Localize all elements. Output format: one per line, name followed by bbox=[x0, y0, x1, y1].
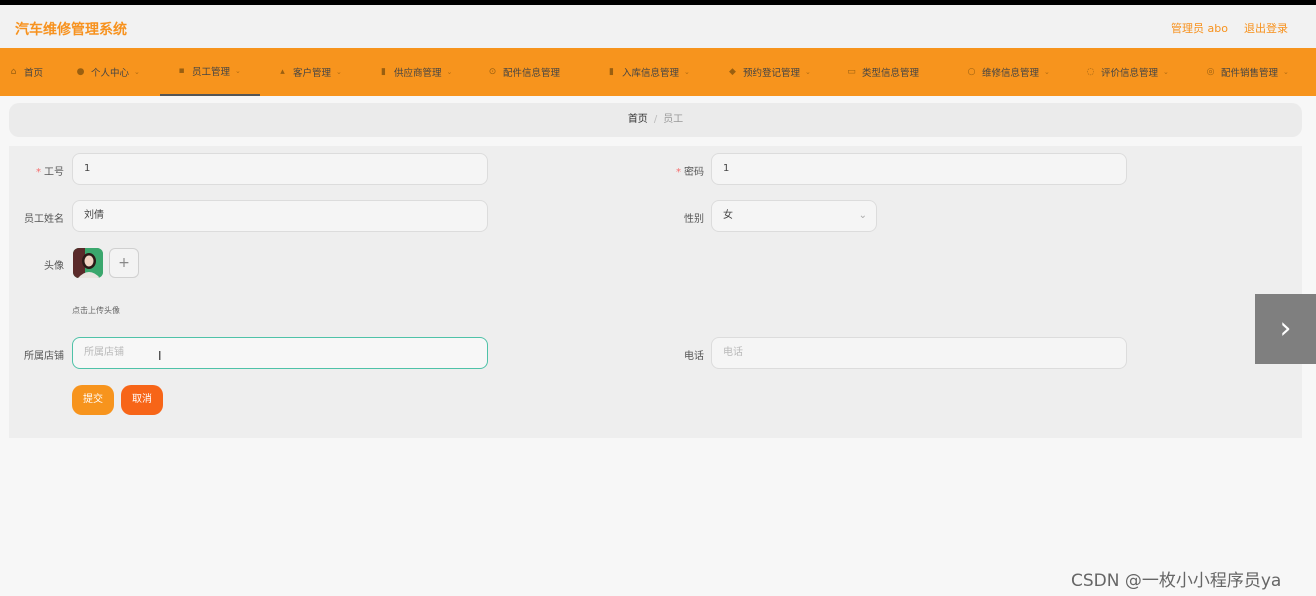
mima-label: * 密码 bbox=[676, 167, 704, 178]
chevron-down-icon: ⌄ bbox=[235, 67, 241, 75]
submit-button[interactable]: 提交 bbox=[72, 385, 114, 415]
store-placeholder: 所属店铺 bbox=[84, 347, 124, 358]
employee-form bbox=[9, 146, 1302, 438]
app-title: 汽车维修管理系统 bbox=[15, 22, 127, 38]
nav-item-label: 配件销售管理 bbox=[1221, 68, 1279, 79]
store-input[interactable]: 所属店铺 bbox=[72, 337, 488, 369]
nav-item-employee[interactable]: ▪ 员工管理 ⌄ bbox=[160, 48, 260, 96]
phone-label: 电话 bbox=[684, 351, 704, 362]
current-user-label[interactable]: 管理员 abo bbox=[1171, 20, 1228, 36]
gender-selected-value: 女 bbox=[723, 210, 733, 221]
nav-item-profile[interactable]: ● 个人中心 ⌄ bbox=[76, 48, 140, 96]
phone-input[interactable]: 电话 bbox=[711, 337, 1127, 369]
nav-item-customer[interactable]: ▴ 客户管理 ⌄ bbox=[278, 48, 342, 96]
required-mark: * bbox=[36, 167, 41, 178]
employee-icon: ▪ bbox=[178, 65, 185, 76]
chevron-down-icon: ⌄ bbox=[1283, 68, 1289, 76]
customer-icon: ▴ bbox=[280, 66, 285, 77]
nav-item-type[interactable]: ▭ 类型信息管理 bbox=[847, 48, 919, 96]
required-mark: * bbox=[676, 167, 681, 178]
chevron-down-icon: ⌄ bbox=[684, 68, 690, 76]
nav-item-label: 类型信息管理 bbox=[862, 68, 920, 79]
logout-link[interactable]: 退出登录 bbox=[1244, 20, 1288, 36]
sales-icon: ◎ bbox=[1206, 66, 1215, 77]
chevron-down-icon: ⌄ bbox=[1044, 68, 1050, 76]
user-area: 管理员 abo 退出登录 bbox=[1171, 20, 1288, 36]
plus-icon: + bbox=[118, 255, 130, 271]
avatar-label: 头像 bbox=[44, 261, 64, 272]
chevron-down-icon: ⌄ bbox=[858, 210, 867, 221]
nav-item-label: 入库信息管理 bbox=[622, 68, 680, 79]
breadcrumb: 首页 / 员工 bbox=[9, 103, 1302, 137]
add-avatar-button[interactable]: + bbox=[109, 248, 139, 278]
review-icon: ◌ bbox=[1086, 66, 1095, 77]
nav-item-label: 评价信息管理 bbox=[1101, 68, 1159, 79]
breadcrumb-home[interactable]: 首页 bbox=[628, 114, 648, 125]
phone-placeholder: 电话 bbox=[723, 347, 743, 358]
avatar-upload-hint: 点击上传头像 bbox=[72, 306, 120, 315]
supplier-icon: ▮ bbox=[381, 66, 386, 77]
nav-item-label: 供应商管理 bbox=[394, 68, 442, 79]
employee-name-label: 员工姓名 bbox=[24, 214, 64, 225]
home-icon: ⌂ bbox=[10, 66, 17, 77]
nav-item-repair[interactable]: ○ 维修信息管理 ⌄ bbox=[967, 48, 1050, 96]
avatar[interactable] bbox=[73, 248, 103, 278]
breadcrumb-current: 员工 bbox=[663, 114, 684, 125]
type-icon: ▭ bbox=[847, 66, 856, 77]
nav-item-label: 员工管理 bbox=[192, 67, 231, 78]
chevron-down-icon: ⌄ bbox=[805, 68, 811, 76]
stock-in-icon: ▮ bbox=[609, 66, 614, 77]
nav-item-reservation[interactable]: ◆ 预约登记管理 ⌄ bbox=[728, 48, 811, 96]
chevron-down-icon: ⌄ bbox=[134, 68, 140, 76]
app-header: 汽车维修管理系统 管理员 abo 退出登录 bbox=[0, 5, 1316, 48]
chevron-down-icon: ⌄ bbox=[336, 68, 342, 76]
employee-name-input[interactable]: 刘倩 bbox=[72, 200, 488, 232]
cancel-button[interactable]: 取消 bbox=[121, 385, 163, 415]
nav-item-stock-in[interactable]: ▮ 入库信息管理 ⌄ bbox=[607, 48, 690, 96]
breadcrumb-separator: / bbox=[653, 114, 658, 125]
nav-item-home[interactable]: ⌂ 首页 bbox=[9, 48, 43, 96]
password-input[interactable]: 1 bbox=[711, 153, 1127, 185]
watermark-text: CSDN @一枚小小程序员ya bbox=[1071, 571, 1282, 591]
nav-item-label: 配件信息管理 bbox=[503, 68, 561, 79]
gonghao-label: * 工号 bbox=[36, 167, 64, 178]
store-label: 所属店铺 bbox=[24, 351, 64, 362]
nav-item-label: 个人中心 bbox=[91, 68, 130, 79]
nav-item-parts[interactable]: ⊙ 配件信息管理 bbox=[488, 48, 560, 96]
gender-label: 性别 bbox=[684, 214, 704, 225]
gender-select[interactable]: 女 ⌄ bbox=[711, 200, 877, 232]
main-nav: ⌂ 首页 ● 个人中心 ⌄ ▪ 员工管理 ⌄ ▴ 客户管理 ⌄ ▮ 供应商管理 … bbox=[0, 48, 1316, 96]
avatar-photo bbox=[73, 248, 103, 278]
nav-item-label: 首页 bbox=[24, 68, 44, 79]
text-cursor-icon: I bbox=[158, 349, 162, 363]
repair-icon: ○ bbox=[967, 66, 976, 77]
nav-item-supplier[interactable]: ▮ 供应商管理 ⌄ bbox=[379, 48, 452, 96]
chevron-down-icon: ⌄ bbox=[446, 68, 453, 76]
chevron-right-icon[interactable]: › bbox=[1255, 294, 1316, 364]
location-icon: ◆ bbox=[729, 66, 736, 77]
gonghao-input[interactable]: 1 bbox=[72, 153, 488, 185]
parts-icon: ⊙ bbox=[488, 66, 497, 77]
nav-item-label: 预约登记管理 bbox=[743, 68, 801, 79]
chevron-down-icon: ⌄ bbox=[1163, 68, 1169, 76]
nav-item-sales[interactable]: ◎ 配件销售管理 ⌄ bbox=[1206, 48, 1289, 96]
user-icon: ● bbox=[76, 66, 85, 77]
nav-item-label: 维修信息管理 bbox=[982, 68, 1040, 79]
nav-item-review[interactable]: ◌ 评价信息管理 ⌄ bbox=[1086, 48, 1169, 96]
nav-item-label: 客户管理 bbox=[293, 68, 332, 79]
